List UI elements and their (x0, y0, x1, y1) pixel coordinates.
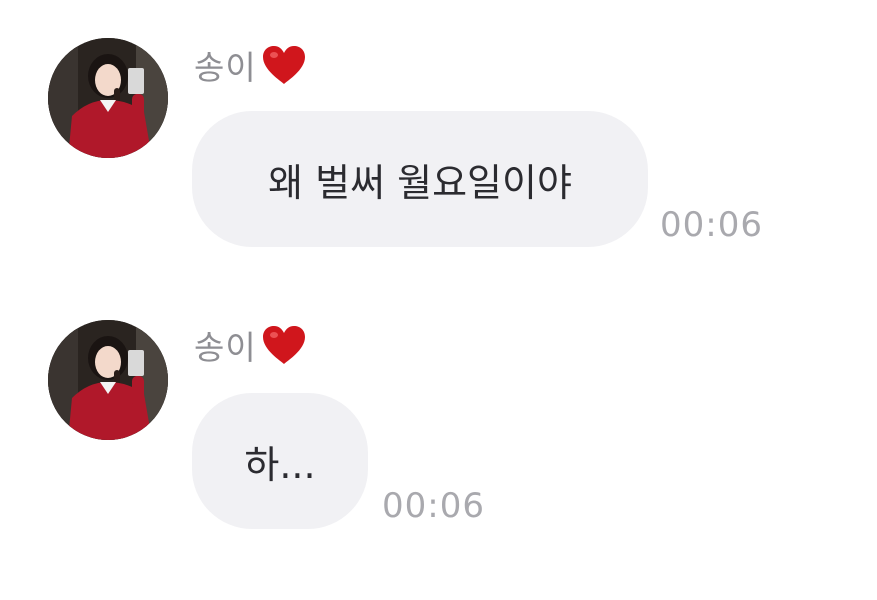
message-text: 하... (244, 442, 316, 487)
avatar-photo (48, 320, 168, 440)
sender-name-label: 송이 (194, 328, 257, 367)
heart-icon (262, 326, 305, 364)
avatar[interactable] (48, 320, 168, 440)
message-text: 왜 벌써 월요일이야 (268, 160, 572, 205)
sender-name: 송이 (194, 40, 307, 90)
message-bubble[interactable]: 왜 벌써 월요일이야 (192, 111, 648, 247)
message-bubble[interactable]: 하... (192, 393, 368, 529)
message-timestamp: 00:06 (382, 486, 485, 526)
sender-name: 송이 (194, 320, 307, 370)
heart-icon (262, 46, 305, 84)
avatar[interactable] (48, 38, 168, 158)
avatar-photo (48, 38, 168, 158)
sender-name-label: 송이 (194, 48, 257, 87)
message-timestamp: 00:06 (660, 205, 763, 245)
